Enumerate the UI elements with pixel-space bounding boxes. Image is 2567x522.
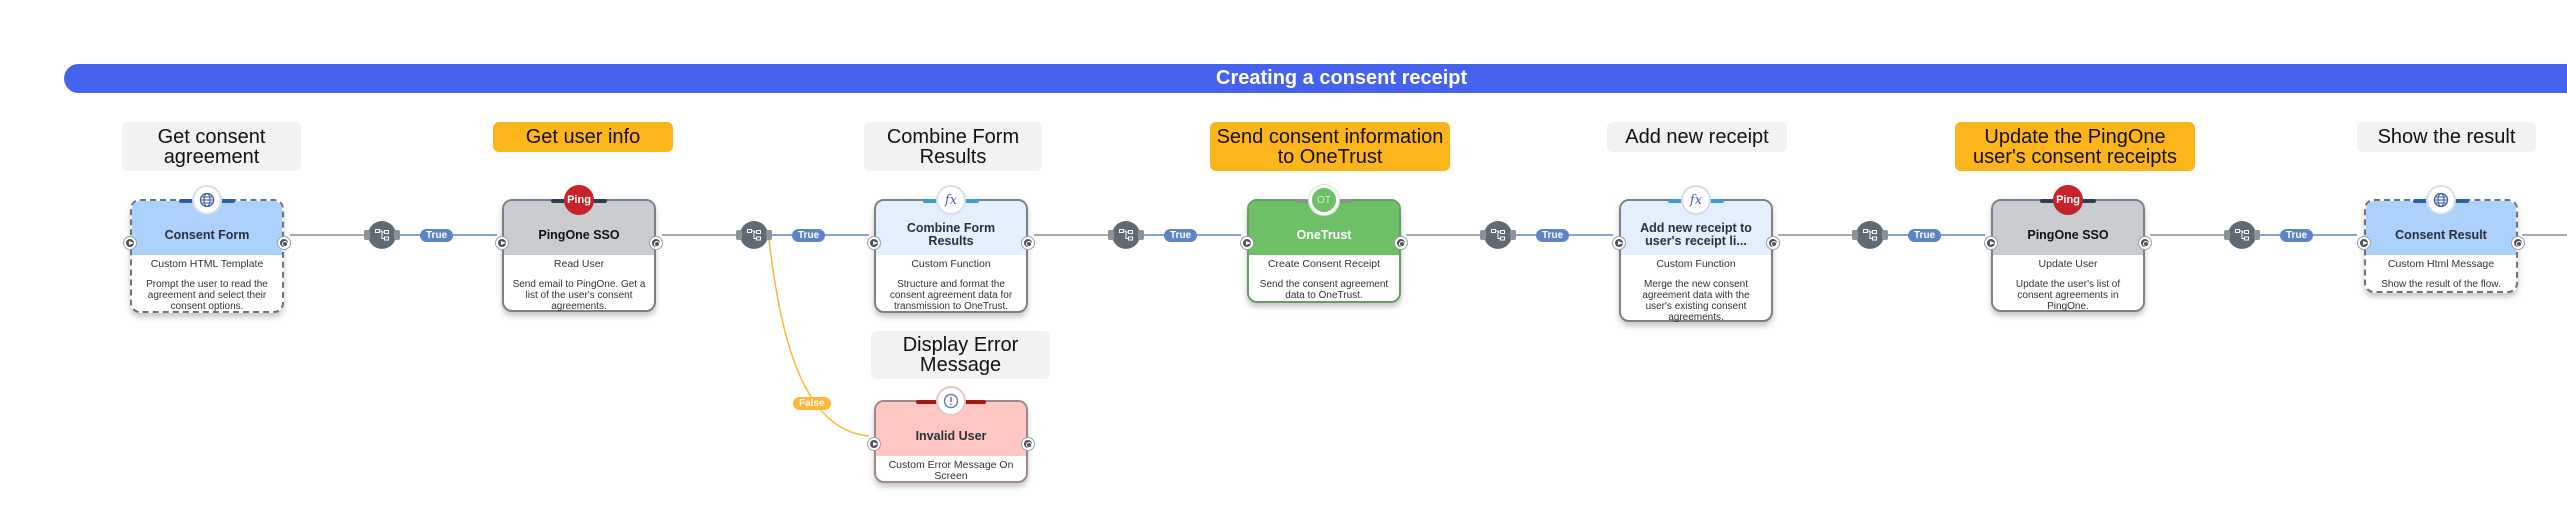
output-port[interactable]	[650, 237, 662, 249]
node-consent-result[interactable]: Consent Result Custom Html Message Show …	[2358, 185, 2524, 293]
icon-text: fx	[1689, 192, 1703, 208]
annotation-combine-form-results[interactable]: Combine Form Results	[864, 122, 1042, 171]
node-title: Consent Result	[2395, 227, 2487, 242]
input-port[interactable]	[868, 438, 880, 450]
annotation-show-the-result[interactable]: Show the result	[2357, 122, 2536, 152]
output-port[interactable]	[1022, 438, 1034, 450]
node-description: Show the result of the flow.	[2381, 279, 2501, 290]
node-description: Send email to PingOne. Get a list of the…	[512, 279, 646, 312]
node-type: Create Consent Receipt	[1267, 258, 1381, 270]
edge-label-true[interactable]: True	[1164, 229, 1198, 242]
node-pingone-update-user[interactable]: PingOne SSO Update User Update the user'…	[1985, 185, 2151, 312]
branch-icon	[1863, 229, 1877, 241]
branch-gateway-1[interactable]	[364, 221, 400, 249]
node-body: Update User Update the user's list of co…	[1993, 255, 2143, 319]
node-combine-form-results[interactable]: Combine Form Results Custom Function Str…	[868, 185, 1034, 313]
output-port[interactable]	[1767, 237, 1779, 249]
edge-label-true[interactable]: True	[792, 229, 826, 242]
alert-icon	[936, 386, 966, 416]
edge-label-true[interactable]: True	[1908, 229, 1942, 242]
edge-label-false[interactable]: False	[793, 397, 831, 410]
node-title: OneTrust	[1296, 227, 1352, 242]
annotation-get-consent-agreement[interactable]: Get consent agreement	[122, 122, 301, 171]
node-type: Custom Html Message	[2387, 258, 2495, 270]
node-body: Custom Function Merge the new consent ag…	[1621, 255, 1771, 330]
node-onetrust[interactable]: OneTrust Create Consent Receipt Send the…	[1241, 185, 1407, 303]
node-type: Update User	[2038, 258, 2098, 270]
annotation-update-pingone-receipts[interactable]: Update the PingOne user's consent receip…	[1955, 122, 2195, 171]
branch-gateway-2[interactable]	[736, 221, 772, 249]
icon-text: OT	[1317, 194, 1331, 206]
globe-icon	[2426, 185, 2456, 215]
node-title: PingOne SSO	[538, 227, 620, 242]
branch-gateway-5[interactable]	[1852, 221, 1888, 249]
branch-icon	[747, 229, 761, 241]
node-pingone-read-user[interactable]: PingOne SSO Read User Send email to Ping…	[496, 185, 662, 312]
function-icon: fx	[936, 185, 966, 215]
icon-text: Ping	[567, 194, 591, 206]
ping-logo-icon: Ping	[564, 185, 594, 215]
annotation-display-error-message[interactable]: Display Error Message	[871, 331, 1050, 379]
node-title: Combine Form Results	[906, 221, 996, 248]
node-type: Custom Error Message On Screen	[888, 459, 1014, 482]
node-body: Custom Html Message Show the result of t…	[2366, 255, 2516, 297]
ping-logo-icon: Ping	[2053, 185, 2083, 215]
node-description: Update the user's list of consent agreem…	[2015, 279, 2121, 312]
output-port[interactable]	[2139, 237, 2151, 249]
node-title: Consent Form	[164, 227, 250, 242]
function-icon: fx	[1681, 185, 1711, 215]
output-port[interactable]	[1022, 237, 1034, 249]
branch-icon	[375, 229, 389, 241]
node-title: Invalid User	[915, 428, 987, 443]
branch-gateway-3[interactable]	[1108, 221, 1144, 249]
node-invalid-user[interactable]: Invalid User Custom Error Message On Scr…	[868, 386, 1034, 483]
edge-label-true[interactable]: True	[420, 229, 454, 242]
flow-group-banner[interactable]: Creating a consent receipt	[64, 64, 2567, 93]
node-type: Custom Function	[1656, 258, 1736, 270]
branch-icon	[2235, 229, 2249, 241]
input-port[interactable]	[1985, 237, 1997, 249]
input-port[interactable]	[1613, 237, 1625, 249]
node-type: Custom Function	[911, 258, 991, 270]
input-port[interactable]	[1241, 237, 1253, 249]
input-port[interactable]	[868, 237, 880, 249]
node-add-new-receipt[interactable]: Add new receipt to user's receipt li... …	[1613, 185, 1779, 323]
edge-label-true[interactable]: True	[2280, 229, 2314, 242]
node-body: Create Consent Receipt Send the consent …	[1249, 255, 1399, 308]
icon-text: Ping	[2056, 194, 2080, 206]
onetrust-logo-icon: OT	[1309, 185, 1339, 215]
annotation-send-consent-onetrust[interactable]: Send consent information to OneTrust	[1210, 122, 1450, 171]
node-description: Send the consent agreement data to OneTr…	[1259, 279, 1389, 301]
node-description: Merge the new consent agreement data wit…	[1642, 279, 1750, 323]
branch-gateway-6[interactable]	[2224, 221, 2260, 249]
output-port[interactable]	[278, 237, 290, 249]
node-type: Custom HTML Template	[150, 258, 264, 270]
branch-icon	[1119, 229, 1133, 241]
globe-icon	[192, 185, 222, 215]
node-body: Custom Function Structure and format the…	[876, 255, 1026, 319]
output-port[interactable]	[1395, 237, 1407, 249]
node-body: Read User Send email to PingOne. Get a l…	[504, 255, 654, 319]
node-title: PingOne SSO	[2027, 227, 2109, 242]
node-consent-form[interactable]: Consent Form Custom HTML Template Prompt…	[124, 185, 290, 313]
flow-group-title: Creating a consent receipt	[1216, 67, 1468, 89]
input-port[interactable]	[2358, 237, 2370, 249]
edge-label-true[interactable]: True	[1536, 229, 1570, 242]
annotation-get-user-info[interactable]: Get user info	[493, 122, 673, 152]
branch-gateway-4[interactable]	[1480, 221, 1516, 249]
node-body: Custom Error Message On Screen	[876, 456, 1026, 489]
input-port[interactable]	[496, 237, 508, 249]
output-port[interactable]	[2512, 237, 2524, 249]
icon-text: fx	[944, 192, 958, 208]
annotation-add-new-receipt[interactable]: Add new receipt	[1607, 122, 1787, 152]
node-description: Prompt the user to read the agreement an…	[146, 279, 268, 312]
input-port[interactable]	[124, 237, 136, 249]
branch-icon	[1491, 229, 1505, 241]
node-title: Add new receipt to user's receipt li...	[1640, 221, 1752, 248]
node-description: Structure and format the consent agreeme…	[889, 279, 1013, 312]
node-body: Custom HTML Template Prompt the user to …	[132, 255, 282, 319]
node-type: Read User	[553, 258, 605, 270]
